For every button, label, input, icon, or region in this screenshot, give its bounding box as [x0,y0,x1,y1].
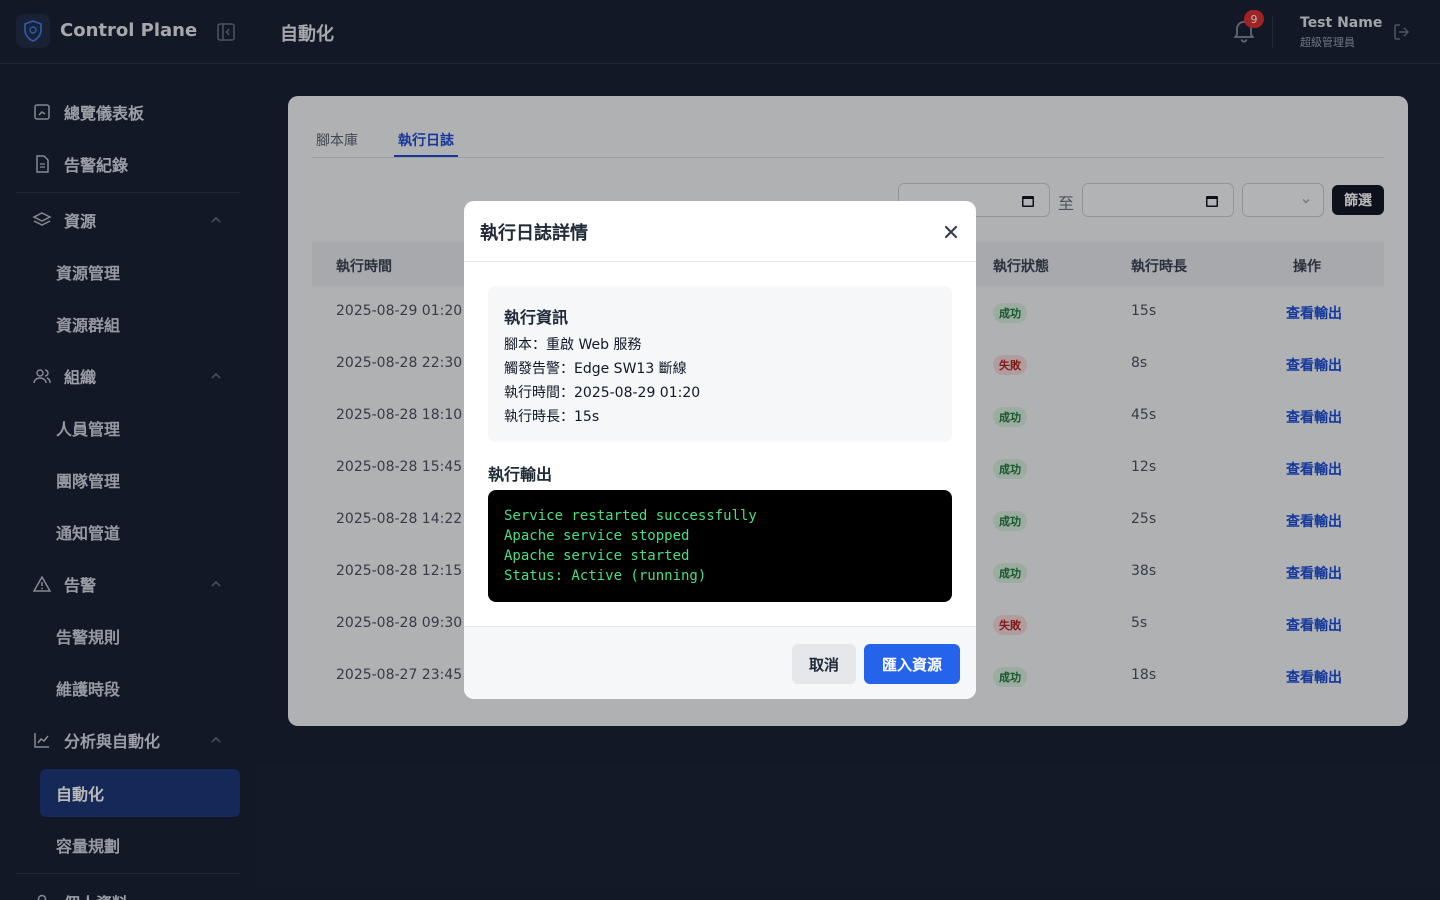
close-button[interactable] [940,221,962,243]
dialog-divider [464,261,976,262]
output-line: Service restarted successfully [504,508,757,524]
dialog-footer: 取消 匯入資源 [464,626,976,699]
cancel-button[interactable]: 取消 [792,644,856,684]
info-exec-time: 執行時間：2025-08-29 01:20 [504,385,701,401]
output-line: Apache service stopped [504,528,690,544]
info-script: 腳本：重啟 Web 服務 [504,337,642,353]
output-terminal: Service restarted successfully Apache se… [488,490,952,602]
dialog-title: 執行日誌詳情 [480,223,588,244]
output-line: Status: Active (running) [504,568,707,584]
import-resource-button[interactable]: 匯入資源 [864,644,960,684]
execution-log-detail-dialog: 執行日誌詳情 執行資訊 腳本：重啟 Web 服務 觸發告警：Edge SW13 … [464,201,976,699]
info-trigger-alert: 觸發告警：Edge SW13 斷線 [504,361,687,377]
output-title: 執行輸出 [488,465,553,484]
output-line: Apache service started [504,548,690,564]
execution-info-panel: 執行資訊 腳本：重啟 Web 服務 觸發告警：Edge SW13 斷線 執行時間… [488,286,952,442]
close-icon [944,225,958,239]
info-exec-duration: 執行時長：15s [504,409,600,425]
info-title: 執行資訊 [504,308,569,327]
